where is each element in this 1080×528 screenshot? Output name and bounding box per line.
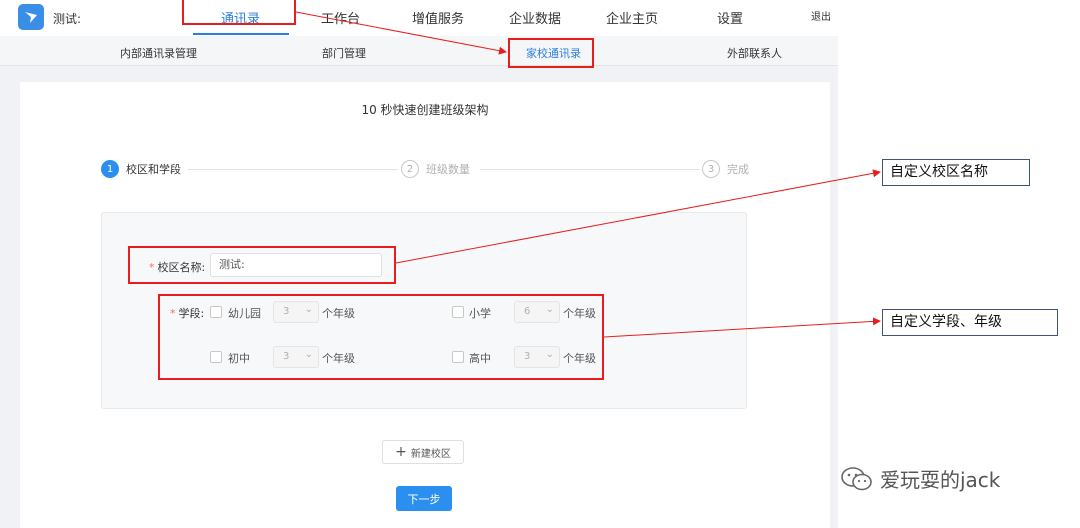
next-step-button[interactable]: 下一步: [396, 486, 452, 511]
step-connector: [480, 169, 700, 170]
top-navbar: 测试: 通讯录 工作台 增值服务 企业数据 企业主页 设置 退出: [0, 0, 838, 36]
watermark-text: 爱玩耍的jack: [880, 468, 1001, 492]
highlight-school-contacts: [508, 38, 594, 68]
subnav-internal-contacts[interactable]: 内部通讯录管理: [120, 45, 197, 61]
step-class-count: 2 班级数量: [401, 160, 470, 178]
step-connector: [188, 169, 398, 170]
logout-link[interactable]: 退出: [811, 8, 831, 23]
step-label: 完成: [727, 163, 749, 176]
subnav-department[interactable]: 部门管理: [322, 45, 366, 61]
wechat-icon: [840, 466, 874, 492]
step-label: 班级数量: [426, 163, 470, 176]
nav-tab-settings[interactable]: 设置: [717, 8, 743, 27]
add-campus-button-label: 新建校区: [410, 448, 451, 460]
highlight-stage-grades: [158, 294, 604, 380]
nav-tab-value-added[interactable]: 增值服务: [412, 8, 464, 27]
app-logo-icon: [18, 4, 44, 30]
step-label: 校区和学段: [126, 163, 181, 176]
step-campus-stage: 1 校区和学段: [101, 160, 181, 178]
highlight-contacts-tab: [182, 0, 296, 25]
company-name: 测试:: [53, 12, 82, 26]
callout-custom-campus: 自定义校区名称: [882, 159, 1030, 186]
step-complete: 3 完成: [702, 160, 749, 178]
wechat-watermark: 爱玩耍的jack: [840, 464, 1000, 493]
add-campus-button[interactable]: + 新建校区: [382, 440, 464, 464]
nav-tab-enterprise-data[interactable]: 企业数据: [509, 8, 561, 27]
plus-icon: +: [395, 444, 407, 460]
highlight-campus-name: [128, 246, 396, 284]
page-title: 10 秒快速创建班级架构: [361, 103, 489, 117]
sub-navbar: 内部通讯录管理 部门管理 家校通讯录 外部联系人: [0, 36, 838, 66]
app-window: 测试: 通讯录 工作台 增值服务 企业数据 企业主页 设置 退出 内部通讯录管理…: [0, 0, 838, 528]
nav-tab-enterprise-home[interactable]: 企业主页: [606, 8, 658, 27]
step-number: 3: [702, 160, 720, 178]
step-number: 1: [101, 160, 119, 178]
step-number: 2: [401, 160, 419, 178]
callout-custom-stage: 自定义学段、年级: [882, 309, 1058, 336]
subnav-external-contacts[interactable]: 外部联系人: [727, 45, 782, 61]
nav-tab-workbench[interactable]: 工作台: [321, 8, 360, 27]
nav-active-indicator: [193, 33, 289, 35]
